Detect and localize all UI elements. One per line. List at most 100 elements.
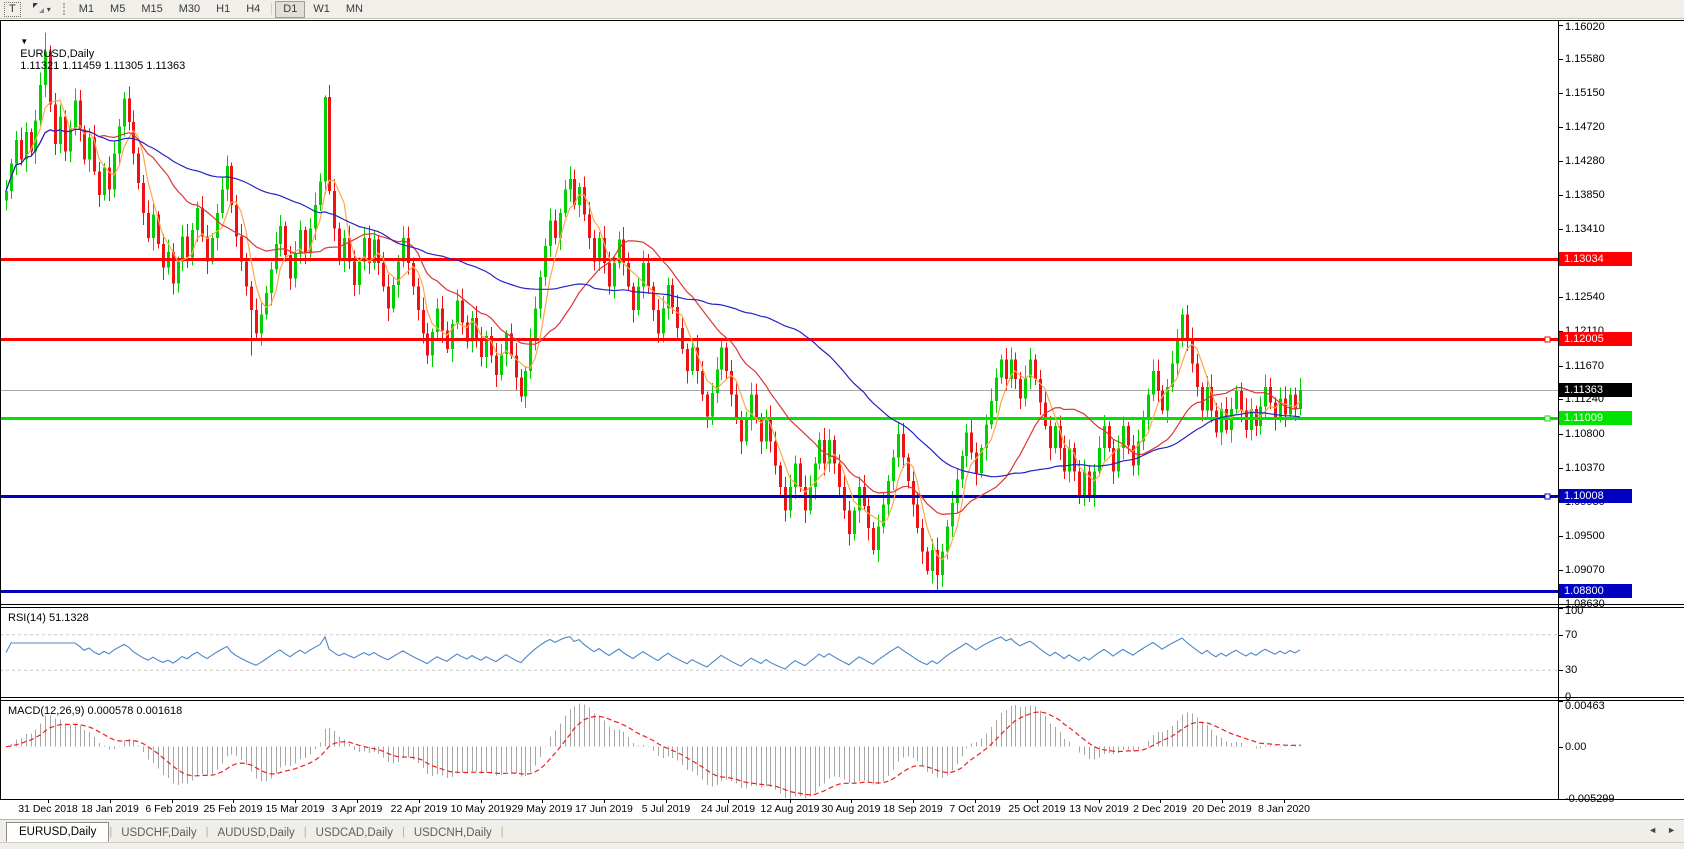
rsi-tick-label: 70 [1565, 628, 1577, 642]
date-label: 15 Mar 2019 [266, 803, 325, 815]
price-tick-label: 1.16020 [1565, 20, 1605, 34]
main-chart-canvas[interactable] [0, 20, 1558, 604]
chart-symbol-label: EURUSD,Daily [20, 48, 94, 60]
hline-price-tag: 1.12005 [1559, 332, 1632, 346]
chevron-down-icon: ▾ [47, 5, 51, 14]
price-tick-dash [1558, 195, 1563, 196]
tab-scroll-right-icon[interactable]: ► [1667, 825, 1676, 835]
timeframe-button-m5[interactable]: M5 [102, 1, 133, 18]
chart-dropdown-icon[interactable]: ▼ [20, 37, 28, 46]
text-tool-button[interactable]: T [4, 2, 21, 17]
date-label: 7 Oct 2019 [949, 803, 1000, 815]
price-tick-dash [1558, 229, 1563, 230]
price-tick-label: 1.13410 [1565, 222, 1605, 236]
chart-tab-bar: EURUSD,Daily|USDCHF,Daily|AUDUSD,Daily|U… [0, 819, 1684, 842]
current-price-tag: 1.11363 [1559, 383, 1632, 397]
date-label: 25 Feb 2019 [204, 803, 263, 815]
price-tick-dash [1558, 570, 1563, 571]
tab-scroll-controls: ◄ ► [1648, 825, 1676, 835]
rsi-tick-label: 100 [1565, 604, 1583, 618]
toolbar: T ▾ M1M5M15M30H1H4 D1W1MN [0, 0, 1684, 19]
date-label: 25 Oct 2019 [1008, 803, 1065, 815]
price-tick-dash [1558, 127, 1563, 128]
cursor-tool-button[interactable]: ▾ [24, 1, 59, 18]
main-bottom-border [0, 604, 1684, 605]
chart-ohlc-values: 1.11321 1.11459 1.11305 1.11363 [20, 60, 185, 72]
date-label: 18 Sep 2019 [883, 803, 943, 815]
date-label: 17 Jun 2019 [575, 803, 633, 815]
date-label: 22 Apr 2019 [391, 803, 448, 815]
date-label: 2 Dec 2019 [1133, 803, 1187, 815]
status-strip [0, 842, 1684, 849]
tab-usdcnh[interactable]: USDCNH,Daily [405, 824, 501, 842]
price-tick-dash [1558, 297, 1563, 298]
price-tick-dash [1558, 93, 1563, 94]
price-tick-label: 1.09500 [1565, 529, 1605, 543]
rsi-top-border [0, 607, 1684, 608]
date-label: 24 Jul 2019 [701, 803, 755, 815]
macd-tick-label: 0.00463 [1565, 699, 1605, 713]
toolbar-separator [271, 3, 272, 15]
hline-price-tag: 1.08800 [1559, 584, 1632, 598]
timeframe-button-h4[interactable]: H4 [238, 1, 268, 18]
rsi-tick-dash [1558, 608, 1563, 609]
price-tick-label: 1.14720 [1565, 120, 1605, 134]
macd-label: MACD(12,26,9) 0.000578 0.001618 [8, 705, 182, 717]
tab-audusd[interactable]: AUDUSD,Daily [208, 824, 303, 842]
price-tick-dash [1558, 434, 1563, 435]
macd-tick-dash [1558, 701, 1563, 702]
tab-usdcad[interactable]: USDCAD,Daily [307, 824, 402, 842]
frame-left-border [0, 20, 1, 800]
macd-tick-label: -0.005299 [1565, 792, 1615, 806]
timeframe-button-m15[interactable]: M15 [133, 1, 170, 18]
diagonal-arrows-icon [32, 2, 45, 17]
price-tick-label: 1.13850 [1565, 188, 1605, 202]
price-tick-label: 1.10370 [1565, 461, 1605, 475]
price-tick-label: 1.14280 [1565, 154, 1605, 168]
timeframe-button-h1[interactable]: H1 [208, 1, 238, 18]
rsi-tick-dash [1558, 697, 1563, 698]
date-label: 13 Nov 2019 [1069, 803, 1129, 815]
rsi-bottom-border [0, 697, 1684, 698]
price-tick-label: 1.09070 [1565, 563, 1605, 577]
date-label: 20 Dec 2019 [1192, 803, 1252, 815]
date-label: 18 Jan 2019 [81, 803, 139, 815]
price-tick-dash [1558, 399, 1563, 400]
date-label: 3 Apr 2019 [332, 803, 383, 815]
macd-top-border [0, 700, 1684, 701]
hline-price-tag: 1.13034 [1559, 252, 1632, 266]
macd-tick-label: 0.00 [1565, 740, 1586, 754]
terminal-window: T ▾ M1M5M15M30H1H4 D1W1MN ▼ EURUSD,Daily … [0, 0, 1684, 849]
price-tick-label: 1.15150 [1565, 86, 1605, 100]
hline-price-tag: 1.10008 [1559, 489, 1632, 503]
chart-title: ▼ EURUSD,Daily 1.11321 1.11459 1.11305 1… [8, 24, 185, 84]
macd-bottom-border [0, 799, 1684, 800]
rsi-tick-label: 30 [1565, 663, 1577, 677]
rsi-tick-dash [1558, 635, 1563, 636]
tab-scroll-left-icon[interactable]: ◄ [1648, 825, 1657, 835]
macd-tick-dash [1558, 747, 1563, 748]
date-label: 31 Dec 2018 [18, 803, 78, 815]
price-tick-dash [1558, 366, 1563, 367]
timeframe-button-m1[interactable]: M1 [71, 1, 102, 18]
date-label: 29 May 2019 [512, 803, 573, 815]
macd-indicator-canvas[interactable] [0, 701, 1558, 799]
price-tick-label: 1.10800 [1565, 427, 1605, 441]
date-label: 10 May 2019 [451, 803, 512, 815]
rsi-tick-dash [1558, 670, 1563, 671]
price-tick-dash [1558, 161, 1563, 162]
timeframe-button-m30[interactable]: M30 [171, 1, 208, 18]
rsi-indicator-canvas[interactable] [0, 608, 1558, 697]
toolbar-grip[interactable] [63, 3, 65, 15]
timeframe-button-mn[interactable]: MN [338, 1, 371, 18]
price-tick-label: 1.15580 [1565, 52, 1605, 66]
timeframe-button-w1[interactable]: W1 [305, 1, 338, 18]
tab-usdchf[interactable]: USDCHF,Daily [112, 824, 205, 842]
axis-separator [1558, 20, 1559, 800]
rsi-label: RSI(14) 51.1328 [8, 612, 89, 624]
timeframe-button-d1[interactable]: D1 [275, 1, 305, 18]
price-tick-dash [1558, 25, 1563, 26]
date-label: 30 Aug 2019 [822, 803, 881, 815]
tab-eurusd[interactable]: EURUSD,Daily [6, 822, 109, 842]
macd-tick-dash [1558, 799, 1563, 800]
